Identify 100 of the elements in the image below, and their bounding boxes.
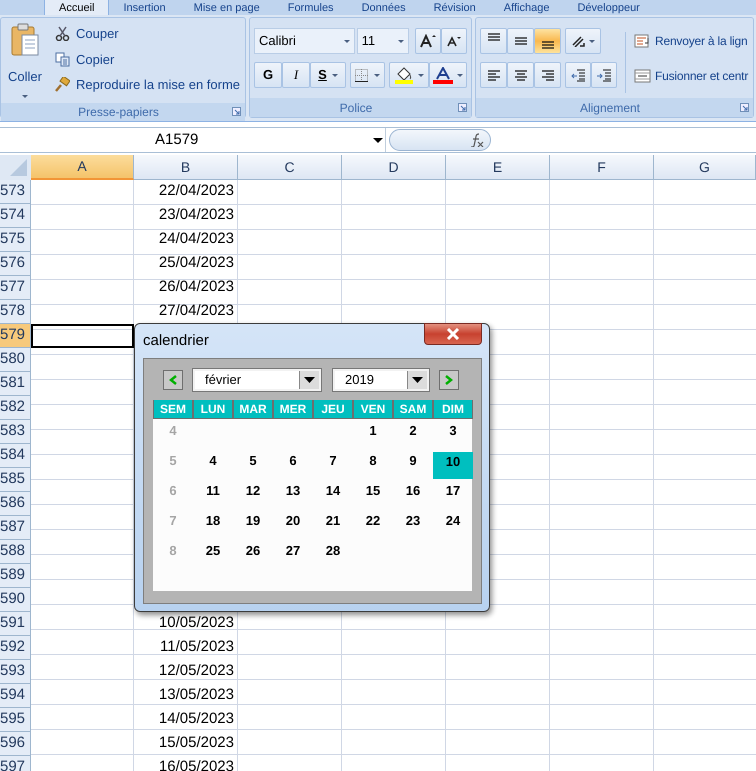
- active-cell[interactable]: [31, 324, 134, 348]
- calendar-day[interactable]: 10: [433, 452, 473, 479]
- font-name-field[interactable]: Calibri: [254, 28, 355, 54]
- row-header[interactable]: 578: [0, 300, 31, 324]
- calendar-day[interactable]: 1: [353, 419, 393, 449]
- align-button[interactable]: [534, 62, 561, 88]
- borders-button[interactable]: [350, 62, 385, 88]
- align-button[interactable]: [507, 28, 534, 54]
- column-header[interactable]: E: [446, 155, 550, 180]
- ribbon-tab[interactable]: Accueil: [44, 0, 110, 15]
- ribbon-command[interactable]: Reproduire la mise en forme: [55, 75, 240, 94]
- calendar-day[interactable]: 4: [193, 449, 233, 479]
- ribbon-command[interactable]: Copier: [55, 50, 240, 69]
- font-size-field[interactable]: 11: [356, 28, 409, 54]
- indent-button[interactable]: [591, 62, 617, 88]
- calendar-day[interactable]: 9: [393, 449, 433, 479]
- row-header[interactable]: 580: [0, 348, 31, 372]
- row-header[interactable]: 589: [0, 564, 31, 588]
- fill-color-button[interactable]: [389, 62, 429, 88]
- calendar-day[interactable]: 7: [313, 449, 353, 479]
- row-header[interactable]: 576: [0, 252, 31, 276]
- calendar-day[interactable]: 18: [193, 509, 233, 539]
- calendar-day[interactable]: 3: [433, 419, 473, 449]
- calendar-day[interactable]: 28: [313, 539, 353, 569]
- column-header[interactable]: A: [31, 155, 134, 180]
- next-button[interactable]: [439, 370, 459, 390]
- dialog-launcher-icon[interactable]: [458, 103, 467, 112]
- column-header[interactable]: F: [550, 155, 654, 180]
- row-header[interactable]: 582: [0, 396, 31, 420]
- align-button[interactable]: [480, 62, 507, 88]
- row-header[interactable]: 581: [0, 372, 31, 396]
- column-header[interactable]: D: [342, 155, 446, 180]
- row-header[interactable]: 596: [0, 732, 31, 756]
- indent-button[interactable]: [565, 62, 591, 88]
- calendar-day[interactable]: 25: [193, 539, 233, 569]
- align-button[interactable]: [534, 28, 561, 54]
- align-button[interactable]: [480, 28, 507, 54]
- orientation-button[interactable]: [565, 28, 601, 54]
- paste-button[interactable]: Coller: [5, 21, 45, 100]
- ribbon-command[interactable]: Fusionner et centr: [634, 67, 748, 85]
- row-header[interactable]: 584: [0, 444, 31, 468]
- font-color-button[interactable]: [429, 62, 467, 88]
- close-button[interactable]: [424, 323, 482, 345]
- ribbon-tab[interactable]: Développeur: [563, 0, 654, 15]
- calendar-day[interactable]: 19: [233, 509, 273, 539]
- calendar-day[interactable]: 11: [193, 479, 233, 509]
- ribbon-command[interactable]: Couper: [55, 24, 240, 44]
- calendar-day[interactable]: 26: [233, 539, 273, 569]
- row-header[interactable]: 594: [0, 684, 31, 708]
- row-header[interactable]: 590: [0, 588, 31, 612]
- calendar-day[interactable]: 5: [233, 449, 273, 479]
- ribbon-tab[interactable]: Insertion: [109, 0, 180, 15]
- ribbon-tab[interactable]: Mise en page: [180, 0, 274, 15]
- row-header[interactable]: 588: [0, 540, 31, 564]
- grow-font-button[interactable]: [415, 28, 441, 54]
- calendar-day[interactable]: 8: [353, 449, 393, 479]
- calendar-day[interactable]: 24: [433, 509, 473, 539]
- column-header[interactable]: C: [238, 155, 342, 180]
- row-header[interactable]: 595: [0, 708, 31, 732]
- calendar-day[interactable]: 21: [313, 509, 353, 539]
- row-header[interactable]: 587: [0, 516, 31, 540]
- column-header[interactable]: B: [134, 155, 238, 180]
- style-button[interactable]: I: [282, 62, 310, 88]
- calendar-day[interactable]: 6: [273, 449, 313, 479]
- style-button[interactable]: S: [310, 62, 346, 88]
- month-dropdown[interactable]: février: [193, 368, 321, 390]
- calendar-day[interactable]: 17: [433, 479, 473, 509]
- ribbon-tab[interactable]: Formules: [274, 0, 348, 15]
- calendar-day[interactable]: 2: [393, 419, 433, 449]
- style-button[interactable]: G: [254, 62, 282, 88]
- calendar-day[interactable]: 27: [273, 539, 313, 569]
- name-box[interactable]: A1579: [155, 128, 198, 152]
- calendar-day[interactable]: 12: [233, 479, 273, 509]
- calendar-day[interactable]: 15: [353, 479, 393, 509]
- row-header[interactable]: 591: [0, 612, 31, 636]
- row-header[interactable]: 575: [0, 228, 31, 252]
- column-header[interactable]: G: [654, 155, 756, 180]
- ribbon-tab[interactable]: Révision: [420, 0, 490, 15]
- row-header[interactable]: 579: [0, 324, 31, 348]
- calendar-day[interactable]: 14: [313, 479, 353, 509]
- year-dropdown[interactable]: 2019: [333, 368, 429, 390]
- calendar-day[interactable]: 16: [393, 479, 433, 509]
- previous-button[interactable]: [163, 370, 183, 390]
- row-header[interactable]: 593: [0, 660, 31, 684]
- ribbon-tab[interactable]: Affichage: [490, 0, 564, 15]
- calendar-day[interactable]: 20: [273, 509, 313, 539]
- row-header[interactable]: 586: [0, 492, 31, 516]
- align-button[interactable]: [507, 62, 534, 88]
- shrink-font-button[interactable]: [441, 28, 467, 54]
- row-header[interactable]: 573: [0, 180, 31, 204]
- row-header[interactable]: 583: [0, 420, 31, 444]
- calendar-day[interactable]: 13: [273, 479, 313, 509]
- ribbon-command[interactable]: Renvoyer à la lign: [634, 32, 748, 50]
- row-header[interactable]: 592: [0, 636, 31, 660]
- calendar-day[interactable]: 23: [393, 509, 433, 539]
- ribbon-tab[interactable]: Données: [348, 0, 420, 15]
- row-header[interactable]: 577: [0, 276, 31, 300]
- calendar-day[interactable]: 22: [353, 509, 393, 539]
- dialog-launcher-icon[interactable]: [232, 107, 241, 116]
- row-header[interactable]: 585: [0, 468, 31, 492]
